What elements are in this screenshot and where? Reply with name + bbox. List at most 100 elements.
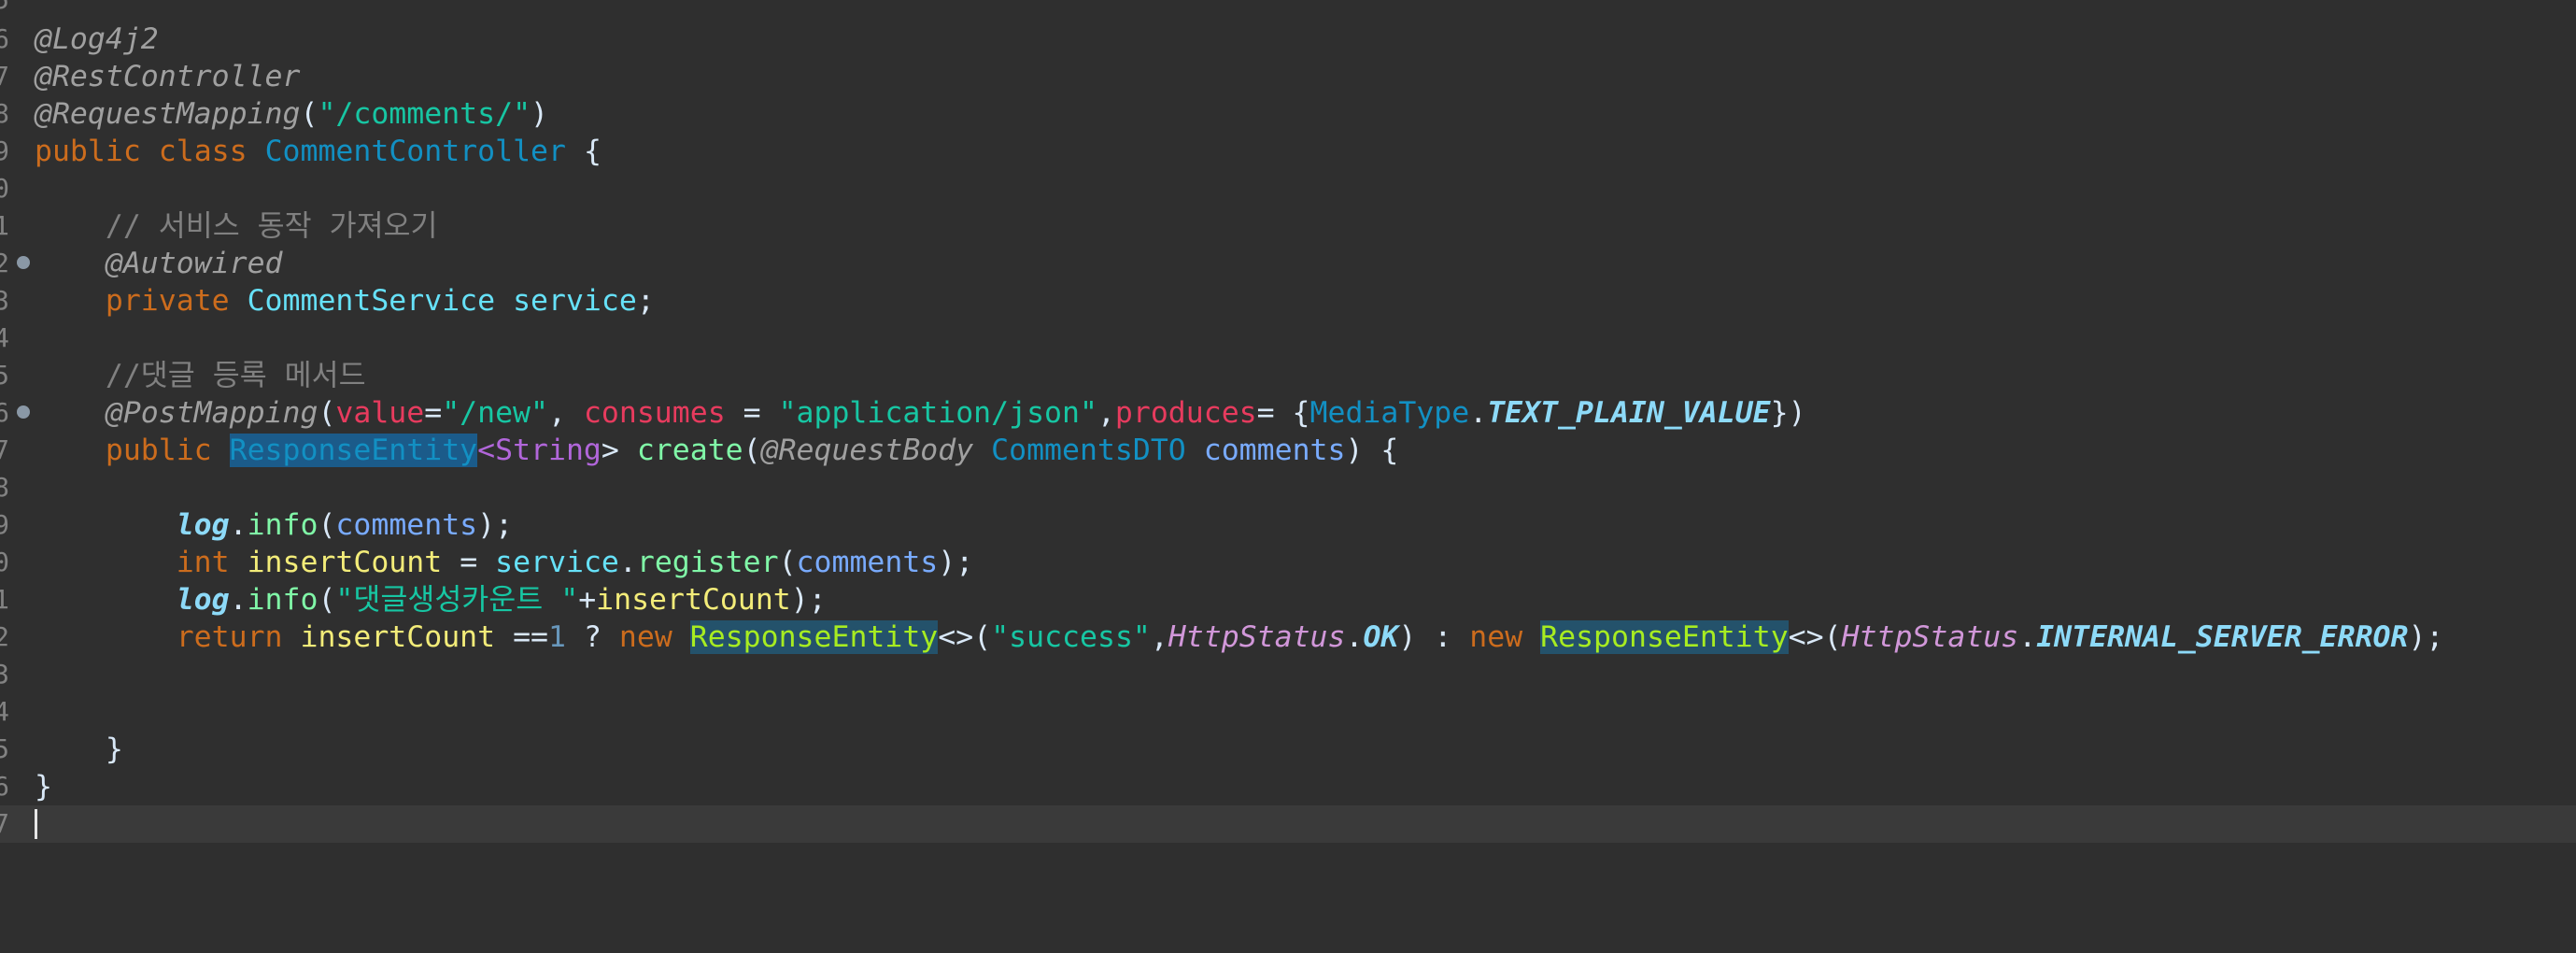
code-text: log.info(comments); [35,506,513,544]
code-text: private CommentService service; [35,282,655,320]
string-token: "success" [991,620,1151,654]
class-name-token: MediaType [1309,396,1470,430]
line-number: 9 [0,509,9,540]
punct-token: ( [300,97,318,131]
comment-token: // 서비스 동작 가져오기 [105,209,438,243]
code-line-19: 9 log.info(comments); [0,506,2576,544]
code-text: @Log4j2 [35,21,159,58]
method-token: register [636,546,779,579]
code-line-22: 2 return insertCount ==1 ? new ResponseE… [0,619,2576,656]
annotation-token: @PostMapping [105,396,318,430]
punct-token: ( [778,546,797,579]
line-number: 3 [0,659,9,690]
keyword-token: new [618,620,672,654]
punct-token: ( [318,583,336,617]
punct-token: ); [2408,620,2444,654]
method-token: info [247,583,318,617]
string-token: "댓글생성카운트 " [335,583,579,617]
class-name-token: HttpStatus [1168,620,1346,654]
line-number: 7 [0,61,9,92]
punct-token: <>( [938,620,992,654]
occurrence-highlight: ResponseEntity [689,620,939,654]
local-var-token: insertCount [300,620,496,654]
code-text: @RequestMapping("/comments/") [35,95,548,133]
code-line-21: 1 log.info("댓글생성카운트 "+insertCount); [0,581,2576,619]
punct-token: ( [318,396,336,430]
punct-token: + [578,583,597,617]
code-text: return insertCount ==1 ? new ResponseEnt… [35,619,2443,656]
punct-token: . [1469,396,1488,430]
fold-marker-icon[interactable] [17,405,30,419]
selected-text[interactable]: ResponseEntity [229,434,478,467]
punct-token: . [229,508,248,542]
keyword-token: class [158,135,248,168]
code-line-23: 3 [0,656,2576,693]
punct-token: ? [583,620,602,654]
line-number: 8 [0,98,9,129]
code-line-5: 5 [0,0,2576,19]
line-number: 8 [0,472,9,503]
code-text: public class CommentController { [35,133,602,170]
code-line-6: 6 @Log4j2 [0,21,2576,58]
punct-token: ); [938,546,974,579]
punct-token: = [460,546,478,579]
code-line-7: 7 @RestController [0,58,2576,95]
punct-token: == [513,620,549,654]
annotation-token: @RequestBody [760,434,974,467]
punct-token: = [424,396,443,430]
line-number: 7 [0,808,9,839]
line-number: 4 [0,322,9,353]
string-token: "application/json" [778,396,1097,430]
punct-token: <>( [1788,620,1842,654]
class-name-token: HttpStatus [1841,620,2019,654]
line-number: 6 [0,397,9,428]
punct-token: < [477,434,496,467]
method-token: info [247,508,318,542]
code-line-13: 3 private CommentService service; [0,282,2576,320]
punct-token: { [583,135,602,168]
line-number: 2 [0,621,9,652]
fold-marker-icon[interactable] [17,256,30,269]
line-number: 5 [0,733,9,764]
code-text: //댓글 등록 메서드 [35,357,366,394]
keyword-token: public [105,434,212,467]
line-number: 7 [0,434,9,465]
param-token: comments [335,508,478,542]
punct-token: ); [790,583,827,617]
line-number: 1 [0,210,9,241]
code-line-17: 7 public ResponseEntity<String> create(@… [0,432,2576,469]
type-token: CommentService [247,284,496,318]
code-text: @Autowired [35,245,283,282]
code-line-8: 8 @RequestMapping("/comments/") [0,95,2576,133]
local-var-token: insertCount [247,546,443,579]
current-line[interactable]: 7 [0,805,2576,843]
code-text: log.info("댓글생성카운트 "+insertCount); [35,581,827,619]
line-number: 1 [0,584,9,615]
type-token: String [495,434,602,467]
punct-token: . [2018,620,2037,654]
class-name-token: CommentController [264,135,566,168]
local-var-token: insertCount [596,583,791,617]
line-number: 6 [0,23,9,54]
line-number: 2 [0,248,9,278]
code-line-26: 6 } [0,768,2576,805]
comment-token: //댓글 등록 메서드 [105,359,366,392]
line-number: 5 [0,360,9,391]
field-token: service [495,546,619,579]
line-number: 9 [0,135,9,166]
param-token: comments [796,546,939,579]
static-field-token: INTERNAL_SERVER_ERROR [2036,620,2409,654]
punct-token: . [618,546,637,579]
code-editor[interactable]: 5 6 @Log4j2 7 @RestController 8 @Request… [0,0,2576,953]
punct-token: } [105,733,123,766]
code-text: } [35,731,123,768]
line-number: 5 [0,0,9,19]
line-number: 0 [0,547,9,577]
keyword-token: new [1469,620,1523,654]
attribute-token: value [335,396,425,430]
code-line-16: 6 @PostMapping(value="/new", consumes = … [0,394,2576,432]
string-token: "/comments/" [318,97,531,131]
class-name-token: CommentsDTO [991,434,1186,467]
code-text: public ResponseEntity<String> create(@Re… [35,432,1398,469]
annotation-token: @RestController [35,60,301,93]
